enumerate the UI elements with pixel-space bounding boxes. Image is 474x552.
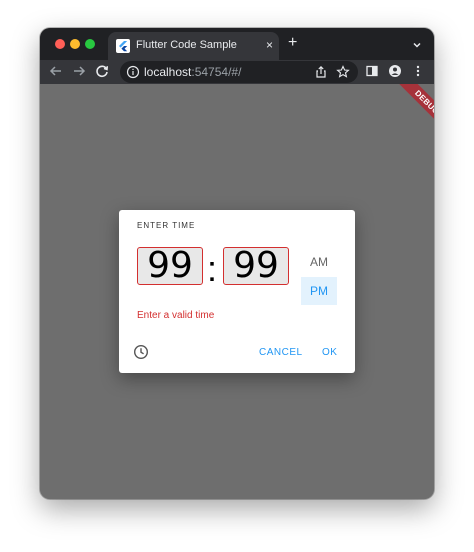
- browser-toolbar: localhost:54754/#/: [40, 60, 434, 84]
- info-icon[interactable]: [126, 65, 140, 84]
- dialog-help-text: ENTER TIME: [137, 221, 196, 230]
- profile-icon[interactable]: [388, 64, 402, 83]
- time-picker-dialog: ENTER TIME 99 : 99 AM PM Enter a valid t…: [119, 210, 355, 373]
- error-text: Enter a valid time: [137, 310, 215, 321]
- hour-input[interactable]: 99: [137, 247, 203, 285]
- am-button[interactable]: AM: [301, 248, 337, 276]
- minimize-window-button[interactable]: [70, 39, 80, 49]
- pm-button[interactable]: PM: [301, 277, 337, 305]
- tab-bar: Flutter Code Sample × +: [40, 28, 434, 60]
- app-viewport[interactable]: DEBUG ENTER TIME 99 : 99 AM PM Enter a v…: [40, 84, 434, 499]
- flutter-logo-icon: [116, 39, 130, 53]
- url-host: localhost: [144, 65, 192, 79]
- forward-arrow-icon[interactable]: [72, 64, 86, 83]
- address-bar[interactable]: localhost:54754/#/: [120, 61, 358, 83]
- back-arrow-icon[interactable]: [49, 64, 63, 83]
- maximize-window-button[interactable]: [85, 39, 95, 49]
- kebab-menu-icon[interactable]: [411, 64, 425, 83]
- new-tab-button[interactable]: +: [288, 35, 297, 51]
- clock-icon[interactable]: [133, 344, 149, 365]
- chevron-down-icon[interactable]: [412, 37, 422, 55]
- reload-icon[interactable]: [95, 64, 109, 83]
- ok-button[interactable]: OK: [322, 347, 337, 358]
- day-period-toggle: AM PM: [301, 248, 337, 305]
- cancel-button[interactable]: CANCEL: [259, 347, 303, 358]
- close-window-button[interactable]: [55, 39, 65, 49]
- tab-close-icon[interactable]: ×: [266, 37, 273, 53]
- url-path: :54754/#/: [191, 65, 242, 79]
- time-separator: :: [207, 248, 218, 289]
- side-panel-icon[interactable]: [365, 64, 379, 83]
- minute-input[interactable]: 99: [223, 247, 289, 285]
- star-icon[interactable]: [336, 65, 350, 84]
- browser-tab[interactable]: Flutter Code Sample ×: [108, 32, 279, 60]
- share-icon[interactable]: [314, 65, 328, 84]
- browser-window: Flutter Code Sample × + localhost:54754/…: [40, 28, 434, 499]
- debug-banner: DEBUG: [393, 84, 434, 137]
- url-text: localhost:54754/#/: [144, 65, 241, 79]
- tab-title: Flutter Code Sample: [136, 39, 237, 51]
